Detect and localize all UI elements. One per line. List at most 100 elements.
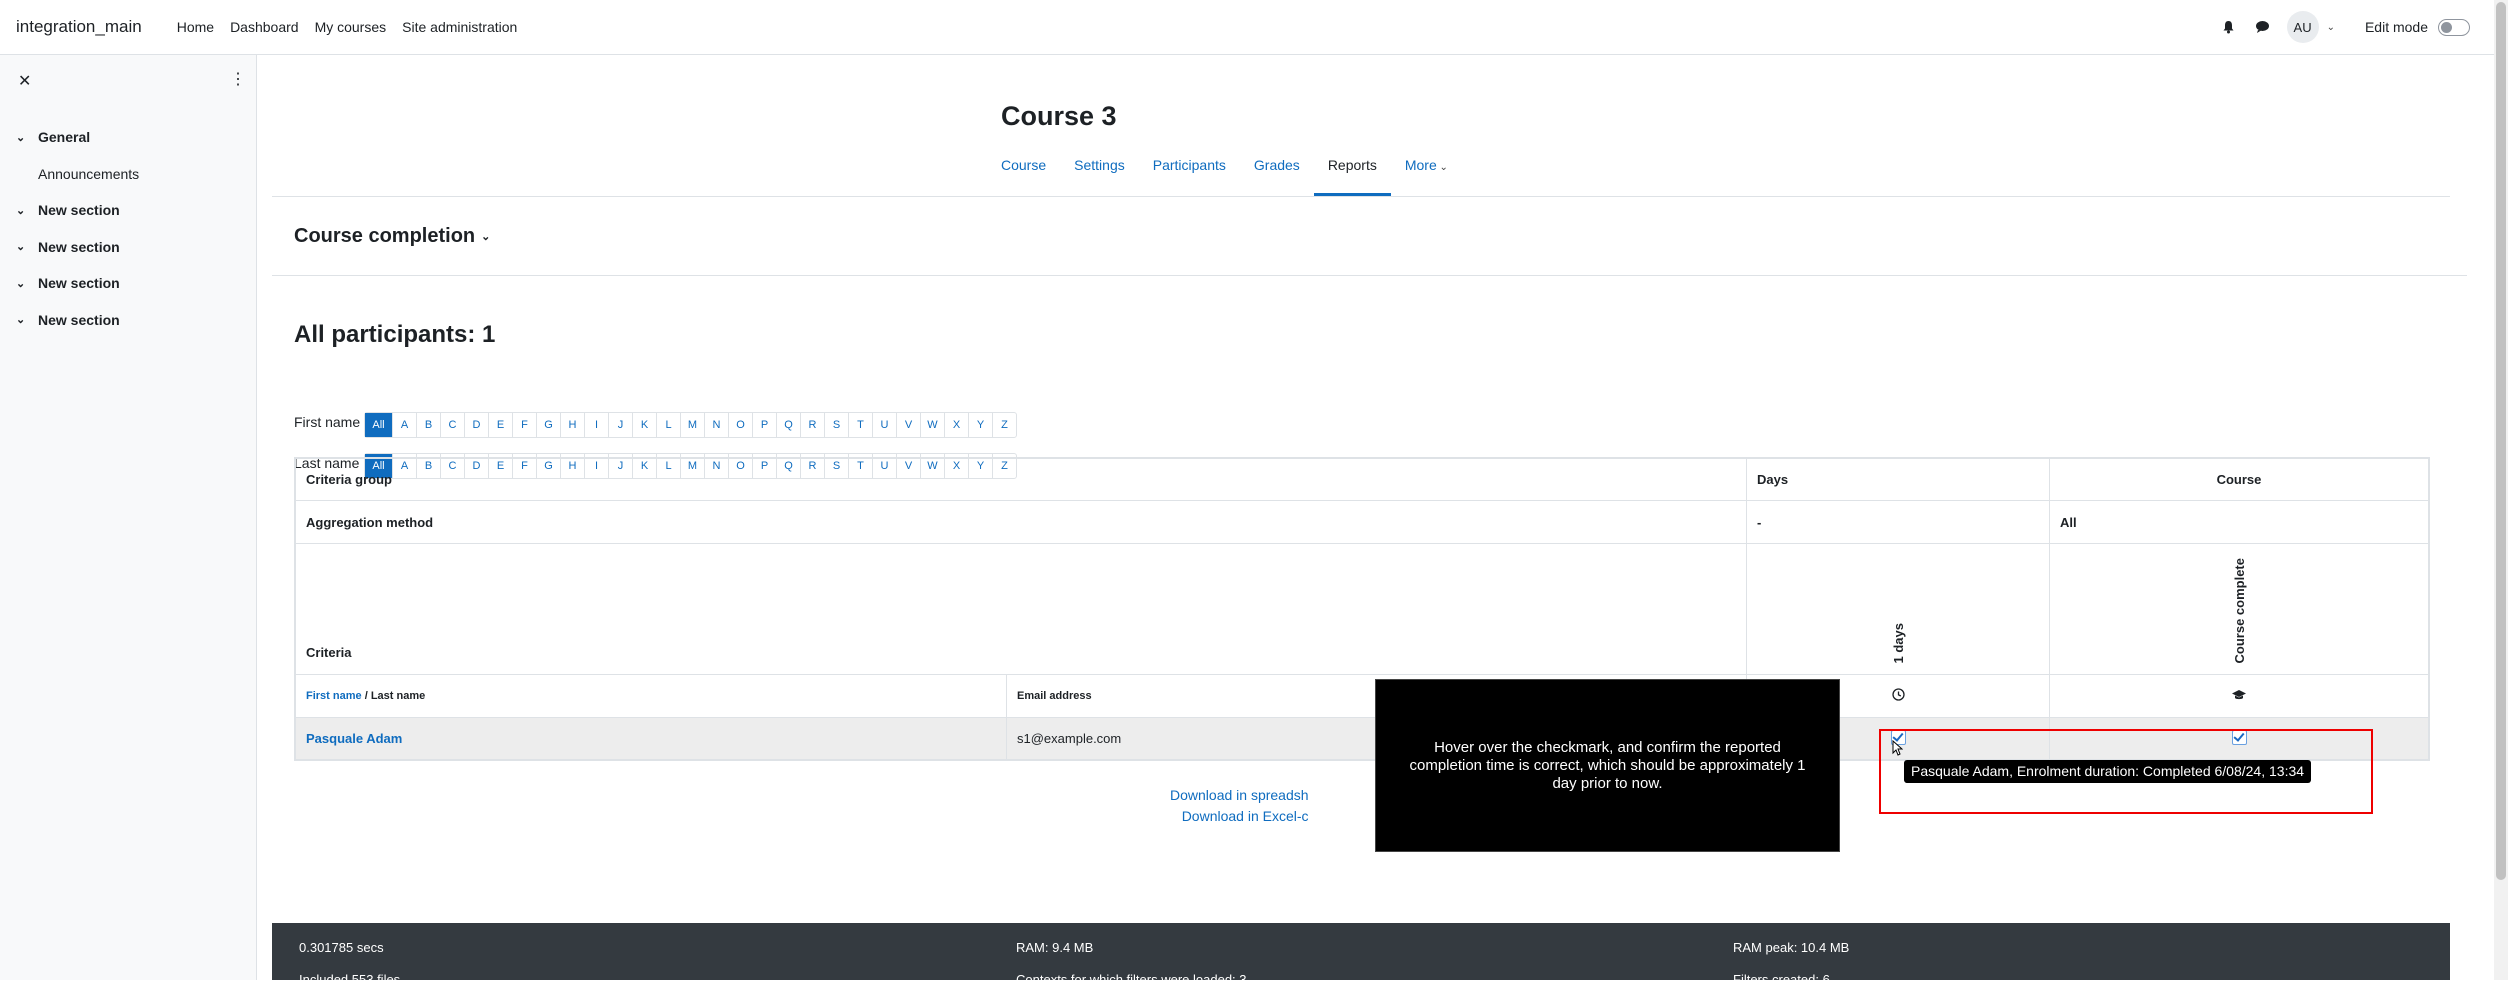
initial-x-button[interactable]: X	[945, 413, 969, 437]
activity-title[interactable]: Announcements	[38, 166, 139, 182]
course-index-activity[interactable]: Announcements	[16, 156, 246, 193]
tab-course[interactable]: Course	[1001, 153, 1046, 193]
section-title[interactable]: New section	[38, 275, 120, 291]
initial-i-button[interactable]: I	[585, 413, 609, 437]
initial-a-button[interactable]: A	[393, 413, 417, 437]
tab-participants[interactable]: Participants	[1153, 153, 1226, 193]
aggregation-label: Aggregation method	[295, 500, 1747, 544]
initial-z-button[interactable]: Z	[993, 413, 1016, 437]
initial-s-button[interactable]: S	[825, 413, 849, 437]
initial-h-button[interactable]: H	[561, 413, 585, 437]
nav-site-administration[interactable]: Site administration	[394, 19, 525, 35]
section-title[interactable]: New section	[38, 202, 120, 218]
edit-mode-toggle[interactable]	[2438, 18, 2470, 36]
footer-ram: RAM: 9.4 MB	[1016, 940, 1094, 955]
course-index-section[interactable]: ⌄ New section	[16, 302, 246, 339]
initial-all-button[interactable]: All	[365, 413, 393, 437]
initial-n-button[interactable]: N	[705, 413, 729, 437]
initial-p-button[interactable]: P	[753, 413, 777, 437]
initials-label: First name	[294, 414, 361, 430]
graduation-cap-icon	[2231, 689, 2247, 704]
initial-k-button[interactable]: K	[633, 413, 657, 437]
initial-e-button[interactable]: E	[489, 413, 513, 437]
chevron-down-icon[interactable]: ⌄	[16, 240, 38, 253]
first-name-initials-filter: First name All A B C D E F G H I J K L M N O P Q R S T U V W X Y Z	[294, 412, 1017, 438]
criteria-course-cell: Course complete	[2049, 543, 2429, 675]
sort-last-name[interactable]: Last name	[371, 690, 425, 702]
course-index-section[interactable]: ⌄ New section	[16, 192, 246, 229]
section-title[interactable]: New section	[38, 239, 120, 255]
chevron-down-icon[interactable]: ⌄	[16, 131, 38, 144]
completion-table: Criteria group Days Course Aggregation m…	[295, 458, 2429, 760]
download-spreadsheet-link[interactable]: Download in spreadsh	[1170, 787, 1309, 803]
tab-more[interactable]: More ⌄	[1405, 153, 1448, 193]
initial-m-button[interactable]: M	[681, 413, 705, 437]
site-brand[interactable]: integration_main	[16, 17, 142, 37]
divider	[272, 275, 2467, 276]
initial-r-button[interactable]: R	[801, 413, 825, 437]
criteria-days: 1 days	[1890, 622, 1906, 663]
course-index-drawer: ✕ ⋮ ⌄ General Announcements ⌄ New sectio…	[0, 55, 257, 980]
aggregation-days: -	[1746, 500, 2050, 544]
chevron-down-icon[interactable]: ⌄	[16, 313, 38, 326]
initial-w-button[interactable]: W	[921, 413, 945, 437]
section-title[interactable]: General	[38, 129, 90, 145]
table-row: Criteria group Days Course	[295, 458, 2429, 501]
chevron-down-icon[interactable]: ⌄	[16, 204, 38, 217]
messages-icon[interactable]	[2253, 17, 2273, 37]
tab-settings[interactable]: Settings	[1074, 153, 1125, 193]
course-index-section[interactable]: ⌄ General	[16, 119, 246, 156]
clock-icon	[1891, 688, 1905, 704]
sort-first-name[interactable]: First name	[306, 690, 362, 702]
initial-c-button[interactable]: C	[441, 413, 465, 437]
name-separator: /	[361, 690, 371, 702]
nav-home[interactable]: Home	[169, 19, 222, 35]
initial-f-button[interactable]: F	[513, 413, 537, 437]
notification-bell-icon[interactable]	[2219, 17, 2239, 37]
criteria-course: Course complete	[2231, 557, 2247, 663]
course-index-section[interactable]: ⌄ New section	[16, 229, 246, 266]
page-title: Course 3	[1001, 101, 1117, 131]
section-title[interactable]: New section	[38, 312, 120, 328]
initial-y-button[interactable]: Y	[969, 413, 993, 437]
completion-report: Criteria group Days Course Aggregation m…	[294, 457, 2430, 761]
page-scrollbar[interactable]	[2494, 0, 2508, 980]
edit-mode-control: Edit mode	[2365, 18, 2470, 36]
initial-l-button[interactable]: L	[657, 413, 681, 437]
initial-v-button[interactable]: V	[897, 413, 921, 437]
performance-footer: 0.301785 secs RAM: 9.4 MB RAM peak: 10.4…	[272, 923, 2450, 987]
initial-t-button[interactable]: T	[849, 413, 873, 437]
initial-u-button[interactable]: U	[873, 413, 897, 437]
criteria-days-cell: 1 days	[1746, 543, 2050, 675]
initial-o-button[interactable]: O	[729, 413, 753, 437]
tab-grades[interactable]: Grades	[1254, 153, 1300, 193]
scrollbar-thumb[interactable]	[2496, 2, 2506, 880]
initial-g-button[interactable]: G	[537, 413, 561, 437]
initial-q-button[interactable]: Q	[777, 413, 801, 437]
close-icon[interactable]: ✕	[18, 71, 31, 91]
tab-reports[interactable]: Reports	[1313, 153, 1391, 196]
chevron-down-icon[interactable]: ⌄	[16, 277, 38, 290]
initial-d-button[interactable]: D	[465, 413, 489, 437]
user-menu-toggle[interactable]: AU ⌄	[2286, 11, 2335, 43]
download-excel-link[interactable]: Download in Excel-c	[1182, 808, 1309, 824]
nav-dashboard[interactable]: Dashboard	[222, 19, 307, 35]
kebab-menu-icon[interactable]: ⋮	[230, 69, 246, 89]
report-selector-label[interactable]: Course completion	[294, 225, 475, 247]
criteria-group-label: Criteria group	[295, 458, 1747, 501]
chevron-down-icon: ⌄	[2326, 21, 2335, 33]
avatar[interactable]: AU	[2286, 11, 2319, 43]
footer-ram-peak: RAM peak: 10.4 MB	[1733, 940, 1850, 955]
initial-b-button[interactable]: B	[417, 413, 441, 437]
nav-my-courses[interactable]: My courses	[307, 19, 395, 35]
navbar-user-area: AU ⌄ Edit mode	[2219, 0, 2470, 54]
instruction-overlay: Hover over the checkmark, and confirm th…	[1375, 679, 1840, 852]
chevron-down-icon[interactable]: ⌄	[481, 231, 490, 243]
report-selector[interactable]: Course completion ⌄	[294, 225, 490, 248]
tab-more-label[interactable]: More	[1405, 157, 1437, 173]
initial-j-button[interactable]: J	[609, 413, 633, 437]
participants-heading: All participants: 1	[294, 321, 496, 348]
primary-navigation: Home Dashboard My courses Site administr…	[169, 19, 526, 35]
participant-name-link[interactable]: Pasquale Adam	[306, 731, 402, 746]
course-index-section[interactable]: ⌄ New section	[16, 265, 246, 302]
